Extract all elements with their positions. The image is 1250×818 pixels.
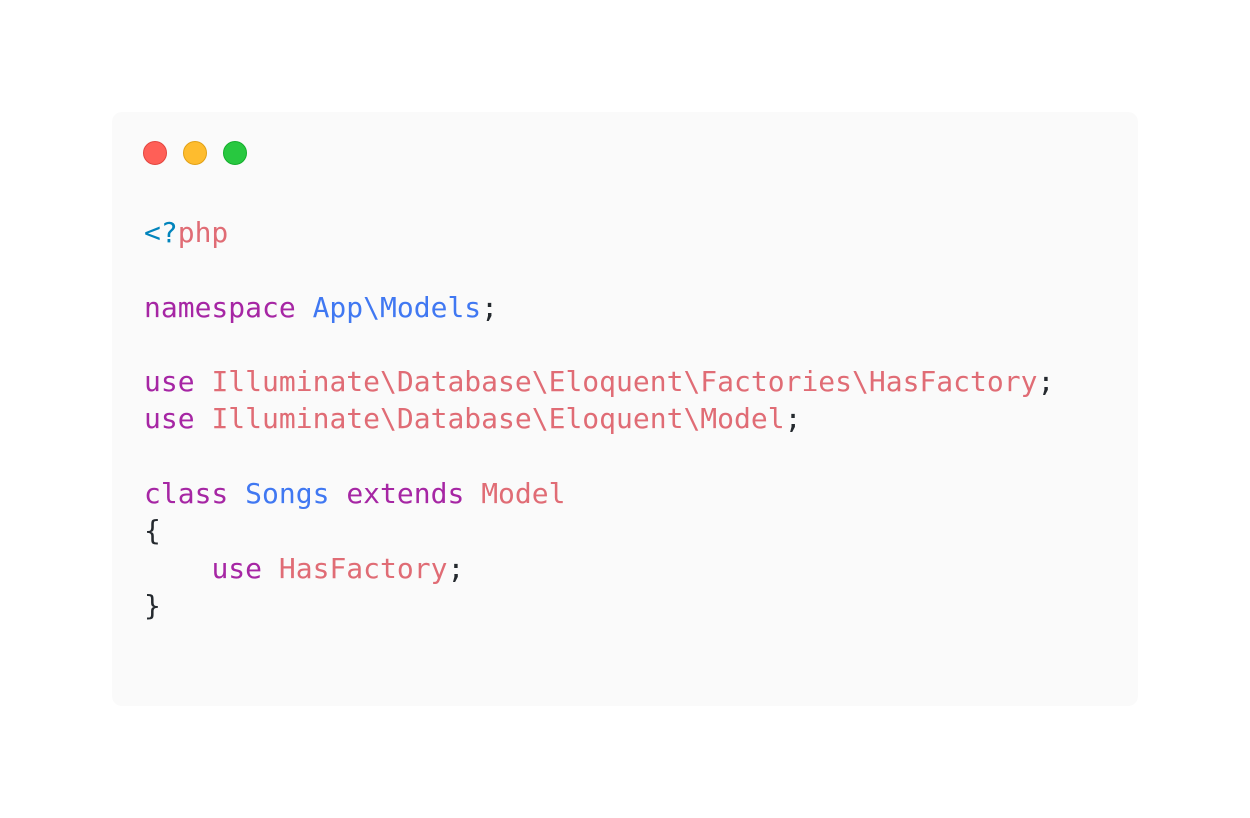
code-token: ; [481,290,499,324]
code-line: use Illuminate\Database\Eloquent\Factori… [144,363,1054,400]
code-token: namespace [144,290,296,324]
code-token: use [144,365,195,399]
code-token: Illuminate\Database\Eloquent\Model [211,402,785,436]
code-token: Model [481,477,566,511]
code-token: HasFactory [278,551,448,585]
code-window: <?php namespace App\Models; use Illuminate… [112,112,1138,706]
close-window-icon[interactable] [143,141,167,165]
code-token: ; [1037,365,1055,399]
code-line: } [144,587,1054,624]
code-token: use [211,551,263,585]
code-line: use HasFactory; [144,550,1054,587]
code-token: ; [784,402,802,436]
code-token: } [144,588,161,622]
code-token: { [144,514,161,548]
code-token: use [144,402,195,436]
code-token: Songs [245,477,330,511]
code-line: <?php [144,214,1054,251]
code-token: extends [346,477,465,511]
code-line: namespace App\Models; [144,289,1054,326]
code-block: <?php namespace App\Models; use Illuminate… [144,214,1054,624]
code-token: class [144,477,229,511]
code-line: { [144,512,1054,549]
code-line: use Illuminate\Database\Eloquent\Model; [144,400,1054,437]
code-token: <? [144,216,178,249]
code-line: class Songs extends Model [144,475,1054,512]
code-token: Illuminate\Database\Eloquent\Factories\H… [211,365,1038,399]
code-token: ; [447,551,465,585]
window-titlebar [143,141,247,165]
code-token: php [177,216,229,249]
code-token: App\Models [312,290,482,324]
minimize-window-icon[interactable] [183,141,207,165]
zoom-window-icon[interactable] [223,141,247,165]
